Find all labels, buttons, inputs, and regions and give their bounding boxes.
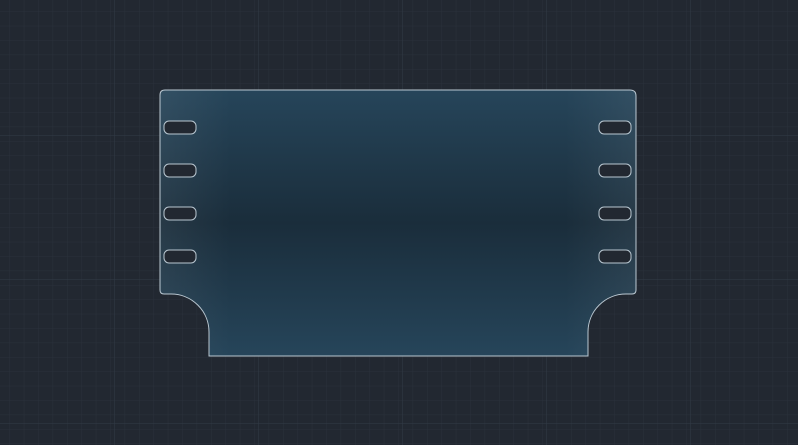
drawing-canvas [0, 0, 798, 445]
panel-part[interactable] [159, 89, 637, 357]
left-slot-3[interactable] [163, 206, 197, 221]
panel-edge-glow [160, 90, 636, 356]
left-slot-2[interactable] [163, 163, 197, 178]
left-slot-1[interactable] [163, 120, 197, 135]
right-slot-2[interactable] [598, 163, 632, 178]
left-slot-4[interactable] [163, 249, 197, 264]
cad-canvas [0, 0, 798, 445]
right-slot-4[interactable] [598, 249, 632, 264]
right-slot-3[interactable] [598, 206, 632, 221]
right-slot-1[interactable] [598, 120, 632, 135]
